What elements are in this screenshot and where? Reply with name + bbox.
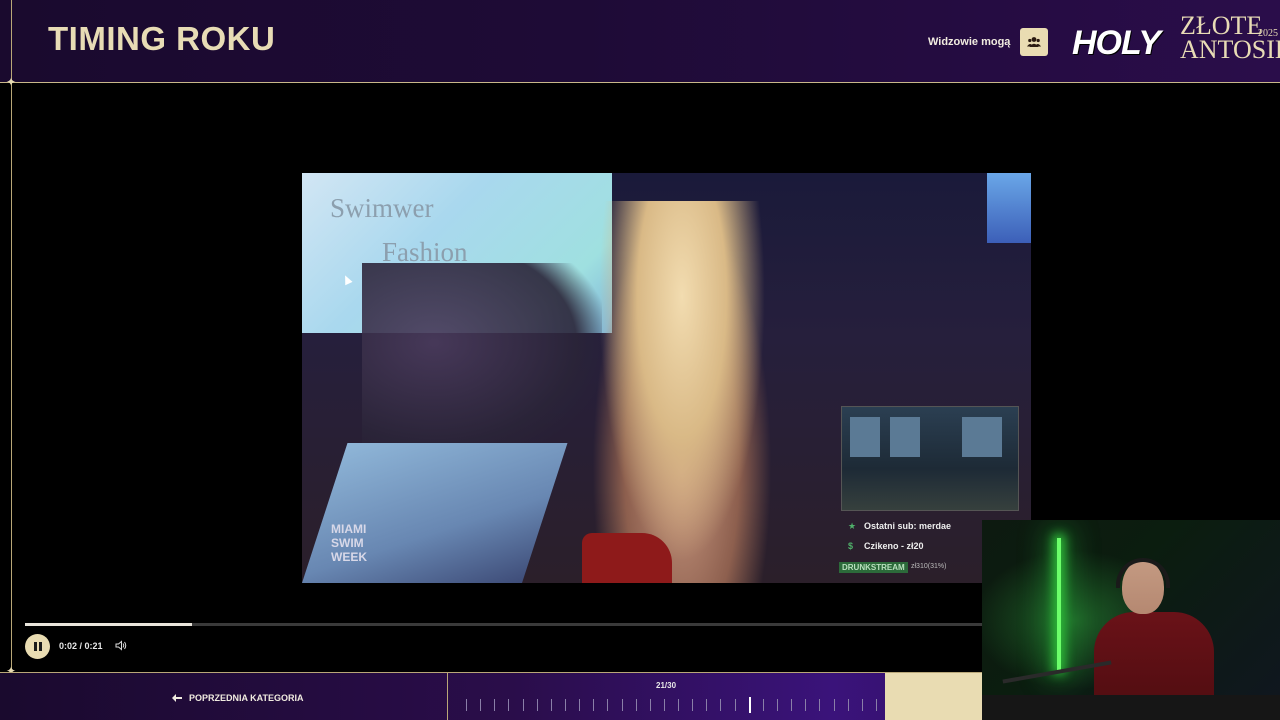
video-player[interactable]: Swimwer Fashion MIAMI SWIM WEEK ★ Ostatn… — [302, 173, 1031, 583]
video-backdrop-light — [987, 173, 1031, 243]
pause-icon — [38, 642, 42, 651]
category-tick[interactable] — [550, 699, 552, 711]
video-overlay-text-2: Fashion — [382, 237, 468, 267]
category-tick[interactable] — [734, 699, 736, 711]
brand-line-1: MIAMI — [331, 522, 367, 536]
star-icon: ★ — [848, 520, 857, 531]
last-sub-text: Ostatni sub: merdae — [864, 521, 952, 531]
category-tick[interactable] — [564, 699, 566, 711]
pause-button[interactable] — [25, 634, 50, 659]
category-tick[interactable] — [593, 699, 595, 711]
category-tick[interactable] — [805, 699, 807, 711]
category-tick[interactable] — [791, 699, 793, 711]
brand-line-2: SWIM — [331, 536, 364, 550]
next-category-button[interactable] — [885, 673, 982, 720]
side-divider — [11, 0, 12, 720]
category-tick[interactable] — [635, 699, 637, 711]
viewers-button[interactable] — [1020, 28, 1049, 56]
video-progress-bar[interactable] — [25, 623, 982, 626]
stream-cam-overlay — [841, 406, 1019, 511]
category-tick[interactable] — [833, 699, 835, 711]
miami-swim-week-logo: MIAMI SWIM WEEK — [331, 522, 381, 564]
sparkle-icon: ✦ — [6, 75, 17, 89]
webcam-neon-light — [1057, 538, 1061, 670]
category-tick[interactable] — [706, 699, 708, 711]
category-tick[interactable] — [720, 699, 722, 711]
video-time: 0:02 / 0:21 — [59, 641, 103, 651]
video-audience — [362, 263, 602, 463]
category-tick[interactable] — [508, 699, 510, 711]
page-title: TIMING ROKU — [48, 20, 276, 57]
brand-line-3: WEEK — [331, 550, 367, 564]
viewers-control: Widzowie mogą — [928, 28, 1049, 56]
users-icon — [1027, 37, 1042, 47]
cam-window — [962, 417, 1002, 457]
category-tick[interactable] — [522, 699, 524, 711]
category-tick[interactable] — [876, 699, 877, 711]
cam-window — [890, 417, 920, 457]
category-tick[interactable] — [494, 699, 496, 711]
category-tick[interactable] — [762, 699, 764, 711]
category-counter: 21/30 — [656, 681, 677, 690]
video-model — [592, 201, 772, 583]
header-bar: TIMING ROKU Widzowie mogą HOLY ZŁOTE ANT… — [0, 0, 1280, 83]
stream-tag: DRUNKSTREAM — [839, 562, 908, 573]
category-tick[interactable] — [663, 699, 665, 711]
webcam-desk — [982, 695, 1280, 720]
category-tick[interactable] — [847, 699, 849, 711]
nav-divider — [447, 673, 448, 720]
category-tick[interactable] — [819, 699, 821, 711]
pause-icon — [33, 642, 37, 651]
cam-window — [850, 417, 880, 457]
video-red-prop — [582, 533, 672, 583]
volume-icon[interactable] — [115, 640, 127, 651]
category-tick[interactable] — [466, 699, 467, 711]
streamer-webcam — [982, 520, 1280, 720]
category-tick[interactable] — [692, 699, 694, 711]
category-tick[interactable] — [621, 699, 623, 711]
category-tick[interactable] — [536, 699, 538, 711]
logo-line-2: ANTOSIE — [1180, 35, 1280, 64]
category-tick[interactable] — [861, 699, 863, 711]
dollar-icon: $ — [848, 541, 854, 551]
arrow-left-icon — [172, 694, 182, 702]
logo-year: 2025 — [1258, 28, 1278, 39]
viewers-label: Widzowie mogą — [928, 36, 1011, 48]
video-progress-fill — [25, 623, 193, 626]
category-tick[interactable] — [607, 699, 609, 711]
stream-goal: zł310(31%) — [911, 563, 947, 570]
category-tick-active[interactable] — [748, 697, 751, 713]
category-ticks — [466, 697, 877, 713]
category-tick[interactable] — [480, 699, 482, 711]
video-overlay-text-1: Swimwer — [330, 193, 434, 223]
previous-category-label: POPRZEDNIA KATEGORIA — [189, 693, 304, 703]
previous-category-button[interactable]: POPRZEDNIA KATEGORIA — [172, 693, 304, 703]
category-tick[interactable] — [777, 699, 779, 711]
category-tick[interactable] — [649, 699, 651, 711]
category-tick[interactable] — [579, 699, 581, 711]
donation-text: Czikeno - zł20 — [864, 541, 924, 551]
category-tick[interactable] — [678, 699, 680, 711]
holy-logo: HOLY — [1072, 24, 1161, 62]
